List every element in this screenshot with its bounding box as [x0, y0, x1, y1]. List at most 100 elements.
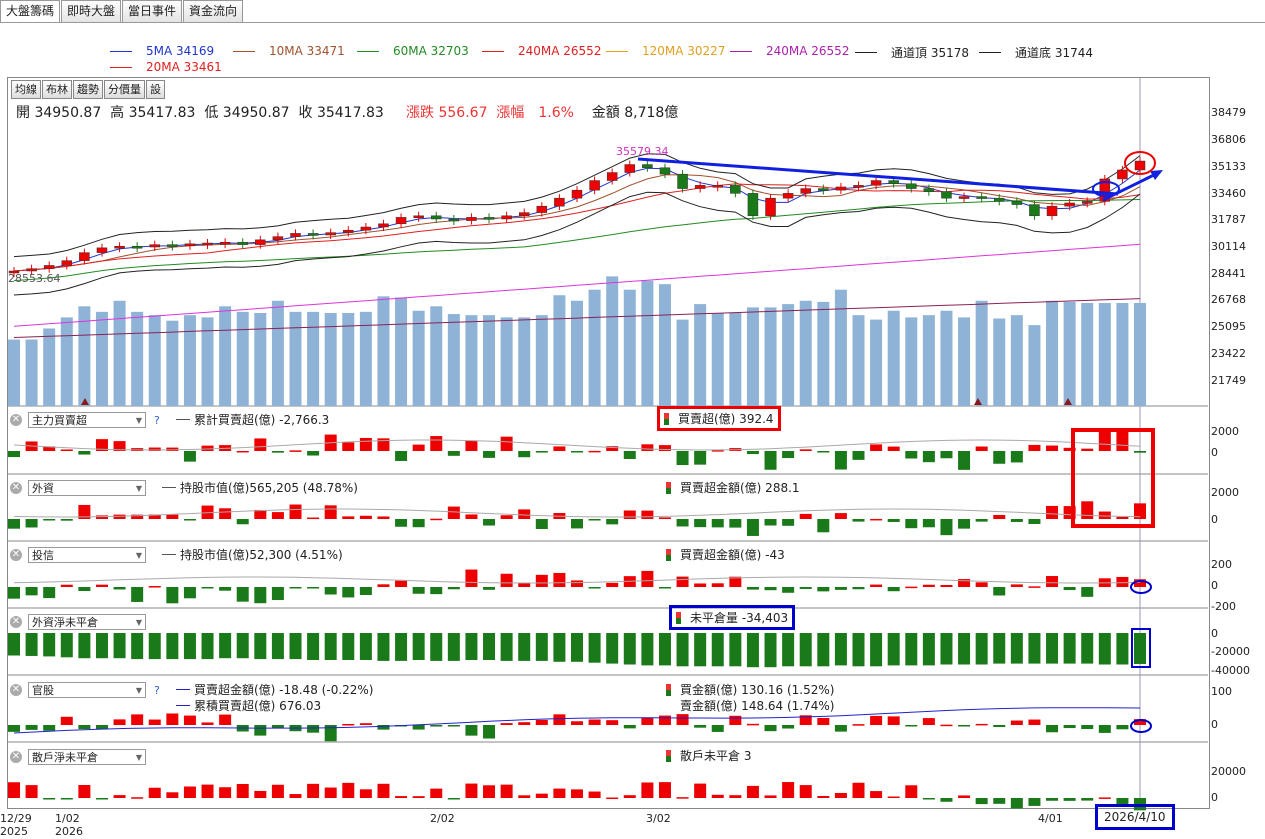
- oi-bar: [1046, 633, 1059, 664]
- flow-bar: [148, 719, 161, 725]
- ma-button[interactable]: 均線: [11, 80, 41, 99]
- flow-bar: [852, 587, 865, 590]
- help-icon[interactable]: ?: [154, 414, 160, 427]
- oi-bar: [307, 633, 320, 660]
- panel4-tick: -40000: [1211, 664, 1250, 677]
- flow-bar: [183, 519, 196, 521]
- price-tick: 35133: [1211, 160, 1246, 173]
- flow-bar: [782, 451, 795, 459]
- ma60-line: [13, 199, 1141, 282]
- flow-bar: [219, 787, 232, 798]
- panel5-tick: 100: [1211, 685, 1232, 698]
- price-tick: 26768: [1211, 293, 1246, 306]
- flow-bar: [395, 580, 408, 587]
- flow-bar: [236, 783, 249, 798]
- candle-body: [483, 217, 495, 220]
- candle-body: [906, 183, 917, 189]
- flow-bar: [307, 451, 320, 456]
- flow-bar: [465, 783, 478, 798]
- flow-bar: [1063, 798, 1076, 801]
- candle-body: [79, 252, 90, 261]
- close-icon[interactable]: ✕: [10, 414, 22, 426]
- panel-select-foreign-oi[interactable]: 外資淨未平倉 ▼: [28, 614, 146, 630]
- candle-body: [818, 188, 829, 191]
- volume-bar: [289, 311, 302, 406]
- panel-select-retail-oi[interactable]: 散戶淨未平倉 ▼: [28, 749, 146, 765]
- flow-bar: [307, 517, 320, 520]
- oi-bar: [729, 633, 742, 667]
- flow-bar: [676, 451, 689, 466]
- flow-bar: [834, 513, 847, 519]
- flow-bar: [535, 719, 548, 725]
- close-icon[interactable]: ✕: [10, 751, 22, 763]
- flow-bar: [236, 587, 249, 602]
- bollinger-button[interactable]: 布林: [42, 80, 72, 99]
- flow-bar: [1081, 448, 1094, 451]
- volume-bar: [782, 304, 795, 406]
- flow-bar: [25, 785, 38, 798]
- close-icon[interactable]: ✕: [10, 684, 22, 696]
- flow-bar: [95, 798, 108, 800]
- oi-bar: [148, 633, 161, 660]
- panel-select-foreign[interactable]: 外資 ▼: [28, 480, 146, 496]
- close-icon[interactable]: ✕: [10, 616, 22, 628]
- volume-bar: [1028, 325, 1041, 406]
- panel-select-gov[interactable]: 官股 ▼: [28, 682, 146, 698]
- candle-body: [466, 217, 477, 221]
- flow-bar: [975, 798, 988, 805]
- flow-bar: [1116, 725, 1129, 730]
- oi-bar: [834, 633, 847, 666]
- flow-bar: [166, 587, 179, 604]
- flow-bar: [694, 519, 707, 528]
- flow-bar: [711, 794, 724, 798]
- flow-bar: [113, 587, 126, 590]
- holding-line: [13, 508, 1141, 518]
- close-icon[interactable]: ✕: [10, 549, 22, 561]
- volume-bar: [1098, 302, 1111, 406]
- flow-bar: [817, 717, 830, 725]
- oi-bar: [606, 633, 619, 664]
- settings-button[interactable]: 設: [146, 80, 165, 99]
- flow-bar: [518, 722, 531, 725]
- flow-bar: [342, 782, 355, 798]
- flow-bar: [764, 451, 777, 470]
- chevron-down-icon: ▼: [135, 484, 142, 493]
- panel-select-main-force[interactable]: 主力買賣超 ▼: [28, 412, 146, 428]
- oi-bar: [746, 633, 759, 668]
- flow-bar: [870, 518, 883, 521]
- candle-body: [1011, 201, 1023, 205]
- flow-bar: [60, 716, 73, 725]
- volume-bar: [518, 317, 531, 406]
- help-icon[interactable]: ?: [154, 684, 160, 697]
- oi-bar: [254, 633, 267, 660]
- candle-body: [114, 245, 125, 249]
- flow-bar: [500, 573, 513, 587]
- oi-bar: [78, 633, 91, 659]
- flow-bar: [8, 782, 20, 798]
- x-tick: 1/02 2026: [55, 812, 83, 838]
- flow-bar: [641, 570, 654, 587]
- flow-bar: [342, 442, 355, 451]
- flow-bar: [95, 584, 108, 587]
- candle-body: [958, 196, 970, 199]
- oi-bar: [852, 633, 865, 667]
- flow-bar: [483, 587, 496, 590]
- oi-bar: [113, 633, 126, 659]
- flow-bar: [852, 451, 865, 460]
- flow-bar: [606, 797, 619, 800]
- oi-bar: [905, 633, 918, 666]
- panel4-bar-label: 未平倉量 -34,403: [669, 605, 796, 630]
- volume-profile-button[interactable]: 分價量: [104, 80, 145, 99]
- flow-bar: [430, 788, 443, 798]
- trend-button[interactable]: 趨勢: [73, 80, 103, 99]
- flow-bar: [359, 437, 372, 451]
- flow-bar: [465, 440, 478, 451]
- cumulative-line: [13, 439, 1141, 451]
- flow-bar: [940, 584, 953, 587]
- flow-bar: [764, 519, 777, 526]
- volume-bar: [307, 311, 320, 406]
- close-icon[interactable]: ✕: [10, 482, 22, 494]
- panel-select-trust[interactable]: 投信 ▼: [28, 547, 146, 563]
- panel4-tick: 0: [1211, 627, 1218, 640]
- price-tick: 30114: [1211, 240, 1246, 253]
